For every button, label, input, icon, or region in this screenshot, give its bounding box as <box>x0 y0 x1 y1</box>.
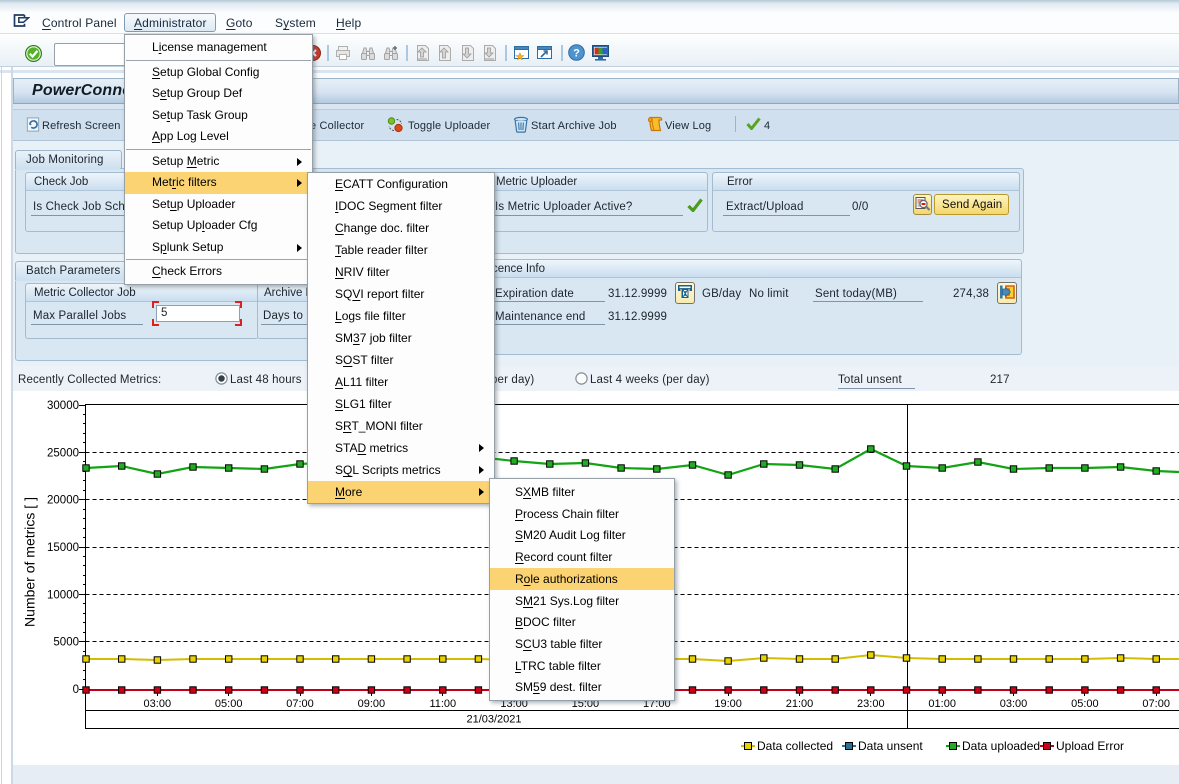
svg-text:15000: 15000 <box>47 542 79 554</box>
svg-text:03:00: 03:00 <box>144 698 172 710</box>
svg-text:21/03/2021: 21/03/2021 <box>466 714 521 726</box>
svg-text:0: 0 <box>73 684 79 696</box>
svg-text:10000: 10000 <box>47 589 79 601</box>
svg-text:30000: 30000 <box>47 400 79 412</box>
svg-text:19:00: 19:00 <box>714 698 742 710</box>
svg-text:5000: 5000 <box>53 637 79 649</box>
svg-text:01:00: 01:00 <box>928 698 956 710</box>
svg-text:Data uploaded: Data uploaded <box>962 739 1040 753</box>
svg-text:03:00: 03:00 <box>1000 698 1028 710</box>
svg-text:Number of metrics [ ]: Number of metrics [ ] <box>22 497 38 627</box>
svg-text:20000: 20000 <box>47 495 79 507</box>
svg-text:05:00: 05:00 <box>1071 698 1099 710</box>
svg-text:Data unsent: Data unsent <box>858 739 923 753</box>
svg-text:?: ? <box>573 48 580 60</box>
svg-text:25000: 25000 <box>47 447 79 459</box>
svg-text:07:00: 07:00 <box>1142 698 1170 710</box>
svg-text:09:00: 09:00 <box>358 698 386 710</box>
svg-text:07:00: 07:00 <box>286 698 314 710</box>
svg-text:23:00: 23:00 <box>857 698 885 710</box>
svg-text:Data collected: Data collected <box>757 739 833 753</box>
svg-text:21:00: 21:00 <box>786 698 814 710</box>
svg-text:11:00: 11:00 <box>429 698 456 710</box>
svg-text:Upload Error: Upload Error <box>1056 739 1124 753</box>
svg-text:05:00: 05:00 <box>215 698 243 710</box>
